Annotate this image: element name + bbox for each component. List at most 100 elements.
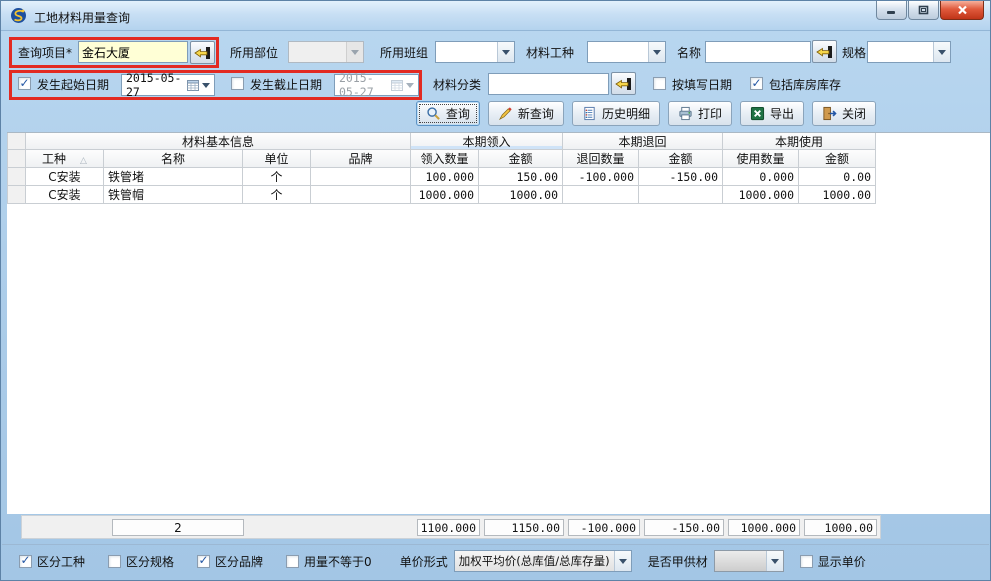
cell-returned-amt[interactable]: -150.00 — [639, 168, 723, 186]
distinguish-brand-option[interactable]: ✓ 区分品牌 — [197, 553, 263, 570]
price-form-combo[interactable]: 加权平均价(总库值/总库存量) — [454, 550, 632, 572]
cell-trade[interactable]: C安装 — [26, 186, 104, 204]
cell-received-qty[interactable]: 100.000 — [411, 168, 479, 186]
category-input[interactable] — [488, 73, 609, 95]
spec-combo[interactable] — [867, 41, 951, 63]
material-trade-label: 材料工种 — [526, 45, 574, 61]
export-button[interactable]: 导出 — [740, 101, 804, 126]
project-picker-button[interactable] — [190, 41, 215, 64]
minimize-button[interactable] — [876, 1, 907, 20]
chevron-down-icon[interactable] — [933, 42, 950, 62]
cell-returned-amt[interactable] — [639, 186, 723, 204]
usage-nonzero-option[interactable]: 用量不等于0 — [286, 553, 372, 570]
column-header-received-amt[interactable]: 金额 — [479, 150, 563, 168]
summary-received-qty: 1100.000 — [417, 519, 480, 536]
department-label: 所用部位 — [230, 45, 278, 61]
by-fill-date-checkbox[interactable] — [653, 77, 666, 90]
column-header-returned-qty[interactable]: 退回数量 — [563, 150, 639, 168]
cell-used-amt[interactable]: 1000.00 — [799, 186, 876, 204]
start-date-picker[interactable]: 2015-05-27 — [121, 74, 215, 96]
cell-unit[interactable]: 个 — [243, 186, 311, 204]
cell-name[interactable]: 铁管帽 — [104, 186, 243, 204]
show-unit-price-checkbox[interactable] — [800, 555, 813, 568]
history-detail-button[interactable]: 历史明细 — [572, 101, 660, 126]
usage-nonzero-label: 用量不等于0 — [304, 553, 372, 570]
close-form-button[interactable]: 关闭 — [812, 101, 876, 126]
row-indicator[interactable] — [7, 168, 26, 186]
grid-group-header-row: 材料基本信息 本期领入 本期退回 本期使用 — [7, 133, 990, 150]
start-date-checkbox[interactable]: ✓ — [18, 77, 31, 90]
group-header-received[interactable]: 本期领入 — [411, 133, 563, 150]
table-row[interactable]: C安装 铁管堵 个 100.000 150.00 -100.000 -150.0… — [7, 168, 990, 186]
cell-unit[interactable]: 个 — [243, 168, 311, 186]
chevron-down-icon[interactable] — [614, 551, 631, 571]
summary-used-qty: 1000.000 — [728, 519, 800, 536]
group-header-basic-info[interactable]: 材料基本信息 — [26, 133, 411, 150]
distinguish-spec-checkbox[interactable] — [108, 555, 121, 568]
team-combo[interactable] — [435, 41, 515, 63]
column-header-used-amt[interactable]: 金额 — [799, 150, 876, 168]
chevron-down-icon[interactable] — [648, 42, 665, 62]
show-unit-price-option[interactable]: 显示单价 — [800, 553, 866, 570]
maximize-icon — [918, 5, 929, 15]
column-header-used-qty[interactable]: 使用数量 — [723, 150, 799, 168]
owner-material-combo[interactable] — [714, 550, 784, 572]
chevron-down-icon[interactable] — [346, 42, 363, 62]
query-button-label: 查询 — [446, 105, 470, 122]
chevron-down-icon[interactable] — [497, 42, 514, 62]
cell-returned-qty[interactable]: -100.000 — [563, 168, 639, 186]
distinguish-brand-checkbox[interactable]: ✓ — [197, 555, 210, 568]
cell-brand[interactable] — [311, 186, 411, 204]
usage-nonzero-checkbox[interactable] — [286, 555, 299, 568]
check-icon: ✓ — [199, 555, 209, 566]
include-stock-checkbox[interactable]: ✓ — [750, 77, 763, 90]
cell-trade[interactable]: C安装 — [26, 168, 104, 186]
cell-name[interactable]: 铁管堵 — [104, 168, 243, 186]
cell-used-qty[interactable]: 1000.000 — [723, 186, 799, 204]
hand-select-icon — [194, 46, 211, 60]
check-icon: ✓ — [20, 555, 30, 566]
toolbar: 查询 新查询 历史明细 打印 — [7, 101, 876, 127]
history-detail-button-label: 历史明细 — [602, 105, 650, 122]
column-header-trade[interactable]: 工种 — [26, 150, 104, 168]
column-header-brand[interactable]: 品牌 — [311, 150, 411, 168]
project-input[interactable] — [78, 41, 188, 63]
cell-received-qty[interactable]: 1000.000 — [411, 186, 479, 204]
column-header-received-qty[interactable]: 领入数量 — [411, 150, 479, 168]
material-trade-combo[interactable] — [587, 41, 666, 63]
name-picker-button[interactable] — [812, 40, 837, 63]
column-header-name[interactable]: 名称 — [104, 150, 243, 168]
export-excel-icon — [750, 106, 765, 121]
category-picker-button[interactable] — [611, 72, 636, 95]
spec-label: 规格 — [842, 45, 866, 61]
group-header-used[interactable]: 本期使用 — [723, 133, 876, 150]
distinguish-trade-checkbox[interactable]: ✓ — [19, 555, 32, 568]
distinguish-brand-label: 区分品牌 — [215, 553, 263, 570]
table-row[interactable]: C安装 铁管帽 个 1000.000 1000.00 1000.000 1000… — [7, 186, 990, 204]
cell-returned-qty[interactable] — [563, 186, 639, 204]
query-button[interactable]: 查询 — [416, 101, 480, 126]
app-logo-icon — [10, 7, 27, 24]
distinguish-trade-option[interactable]: ✓ 区分工种 — [19, 553, 85, 570]
print-button[interactable]: 打印 — [668, 101, 732, 126]
cell-received-amt[interactable]: 1000.00 — [479, 186, 563, 204]
row-indicator[interactable] — [7, 186, 26, 204]
column-header-returned-amt[interactable]: 金额 — [639, 150, 723, 168]
price-form-label: 单价形式 — [400, 553, 448, 570]
column-header-unit[interactable]: 单位 — [243, 150, 311, 168]
name-input[interactable] — [705, 41, 811, 63]
distinguish-spec-option[interactable]: 区分规格 — [108, 553, 174, 570]
chevron-down-icon[interactable] — [202, 83, 210, 88]
cell-used-qty[interactable]: 0.000 — [723, 168, 799, 186]
cell-used-amt[interactable]: 0.00 — [799, 168, 876, 186]
maximize-button[interactable] — [908, 1, 939, 20]
chevron-down-icon[interactable] — [766, 551, 783, 571]
group-header-returned[interactable]: 本期退回 — [563, 133, 723, 150]
end-date-checkbox[interactable] — [231, 77, 244, 90]
new-query-button[interactable]: 新查询 — [488, 101, 564, 126]
close-button[interactable] — [940, 1, 984, 20]
cell-brand[interactable] — [311, 168, 411, 186]
calendar-icon — [391, 79, 403, 91]
cell-received-amt[interactable]: 150.00 — [479, 168, 563, 186]
department-combo[interactable] — [288, 41, 364, 63]
